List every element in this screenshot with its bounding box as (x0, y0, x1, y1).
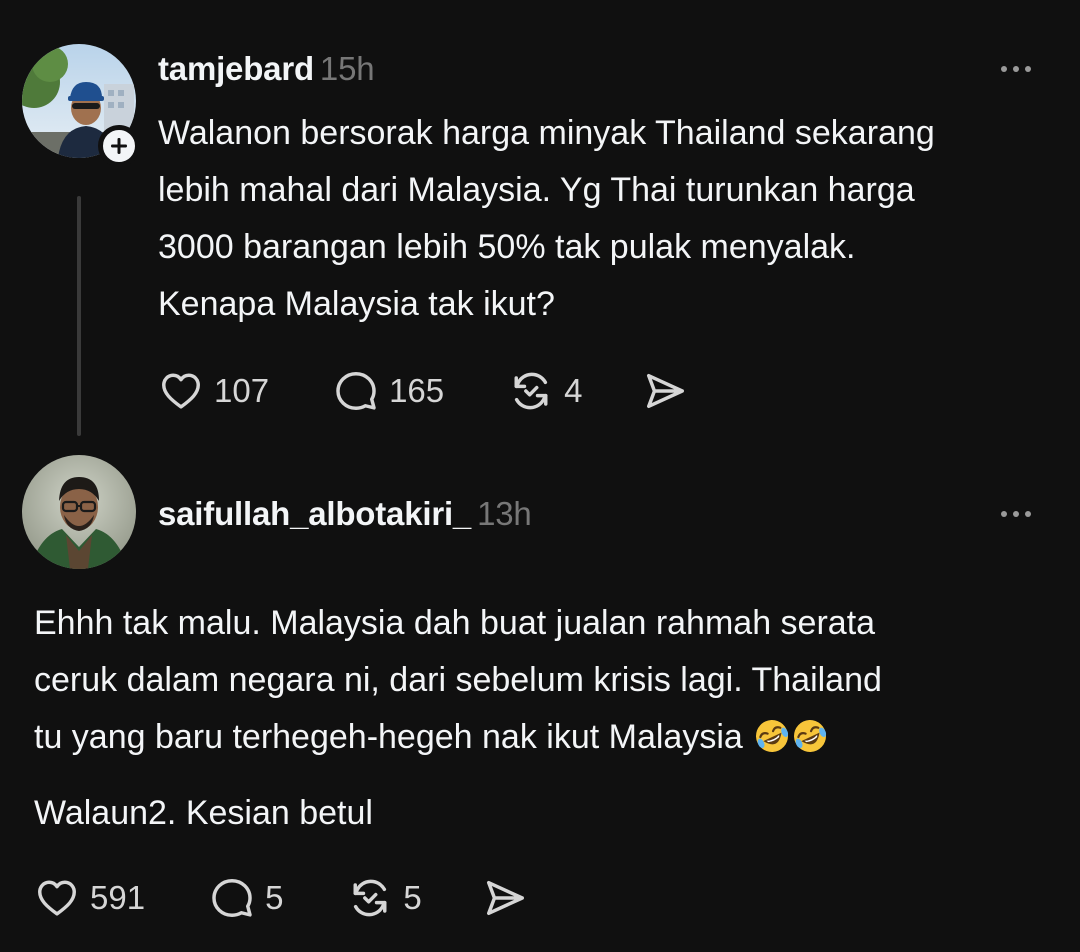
more-options-icon[interactable] (1001, 66, 1031, 72)
post-text-line: Ehhh tak malu. Malaysia dah buat jualan … (34, 604, 876, 642)
like-button[interactable]: 591 (34, 875, 145, 921)
like-count: 107 (214, 372, 270, 409)
heart-icon (162, 373, 200, 409)
rolling-on-floor-laughing-emoji (794, 720, 827, 752)
avatar-photo (22, 455, 136, 569)
post-time: 13h (477, 495, 532, 532)
post-actions: 107 165 4 (158, 367, 688, 415)
rolling-on-floor-laughing-emoji (756, 720, 789, 752)
repost-button[interactable]: 5 (347, 875, 422, 921)
follow-button[interactable] (98, 125, 140, 167)
send-icon (486, 880, 524, 916)
share-button[interactable] (482, 875, 528, 921)
post-time: 15h (319, 50, 375, 87)
thread-line (77, 196, 81, 436)
repost-button[interactable]: 4 (508, 368, 582, 414)
post-text-line: Walaun2. Kesian betul (34, 794, 373, 832)
comment-icon (212, 879, 252, 917)
share-button[interactable] (642, 368, 688, 414)
post-text-line: tu yang baru terhegeh-hegeh nak ikut Mal… (34, 718, 743, 756)
reply-count: 165 (389, 372, 445, 409)
post-text: Ehhh tak malu. Malaysia dah buat jualan … (34, 595, 1054, 842)
post-text-line: ceruk dalam negara ni, dari sebelum kris… (34, 661, 882, 699)
comment-icon (336, 372, 376, 410)
post-actions: 591 5 5 (34, 874, 528, 922)
reply-button[interactable]: 165 (333, 368, 444, 414)
repost-icon (514, 372, 548, 410)
heart-icon (38, 880, 76, 916)
repost-icon (353, 879, 387, 917)
post-text: Walanon bersorak harga minyak Thailand s… (158, 114, 935, 323)
avatar[interactable] (22, 455, 136, 569)
reply-count: 5 (265, 879, 284, 916)
send-icon (647, 373, 685, 409)
like-button[interactable]: 107 (158, 368, 269, 414)
username[interactable]: saifullah_albotakiri_ (158, 495, 471, 532)
like-count: 591 (90, 879, 146, 916)
repost-count: 5 (403, 879, 422, 916)
username[interactable]: tamjebard (158, 50, 314, 87)
repost-count: 4 (564, 372, 583, 409)
reply-button[interactable]: 5 (209, 875, 283, 921)
post-text-line-with-emoji: tu yang baru terhegeh-hegeh nak ikut Mal… (34, 709, 1054, 766)
plus-icon (111, 138, 127, 154)
more-options-icon[interactable] (1001, 511, 1031, 517)
post-header: tamjebard 15h (158, 50, 375, 88)
post-header: saifullah_albotakiri_ 13h (158, 495, 532, 533)
